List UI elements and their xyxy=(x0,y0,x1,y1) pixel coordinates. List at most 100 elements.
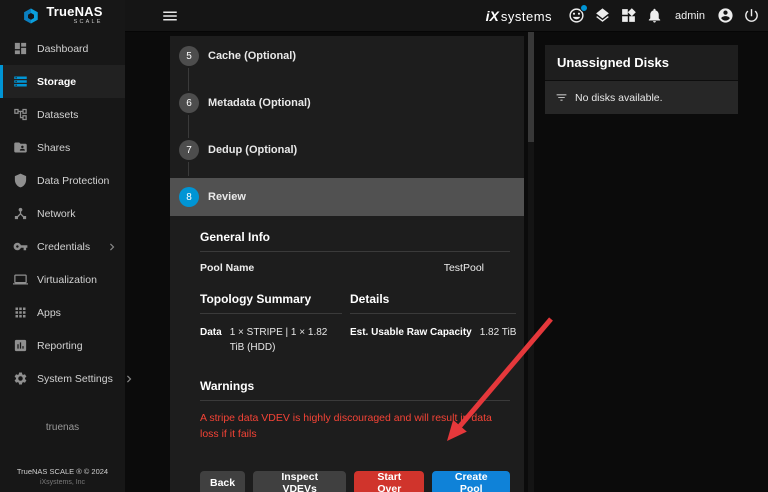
sidebar-item-label: System Settings xyxy=(37,373,113,385)
warnings-heading: Warnings xyxy=(200,379,510,401)
sidebar-item-label: Network xyxy=(37,208,76,220)
unassigned-disks-body: No disks available. xyxy=(545,81,738,114)
create-pool-button[interactable]: Create Pool xyxy=(432,471,510,492)
account-circle-icon[interactable] xyxy=(717,7,734,24)
sidebar-item-storage[interactable]: Storage xyxy=(0,65,125,98)
power-icon[interactable] xyxy=(743,7,760,24)
company-label: iXsystems, Inc xyxy=(0,479,125,486)
review-panel: General Info Pool Name TestPool Topology… xyxy=(170,216,524,492)
summary-columns: Topology Summary Data 1 × STRIPE | 1 × 1… xyxy=(200,292,510,355)
sidebar-item-system-settings[interactable]: System Settings xyxy=(0,362,125,395)
bar-chart-icon xyxy=(13,338,28,353)
sidebar-item-label: Virtualization xyxy=(37,274,97,286)
datasets-icon xyxy=(13,107,28,122)
scrollbar-thumb[interactable] xyxy=(528,32,534,142)
back-button[interactable]: Back xyxy=(200,471,245,492)
bell-icon[interactable] xyxy=(646,7,663,24)
folder-shared-icon xyxy=(13,140,28,155)
key-icon xyxy=(13,239,28,254)
sidebar-item-apps[interactable]: Apps xyxy=(0,296,125,329)
sidebar-item-label: Storage xyxy=(37,76,76,88)
sidebar-item-data-protection[interactable]: Data Protection xyxy=(0,164,125,197)
stripe-warning-text: A stripe data VDEV is highly discouraged… xyxy=(200,411,510,443)
sidebar: Dashboard Storage Datasets Shares Data P… xyxy=(0,32,125,492)
general-info-heading: General Info xyxy=(200,230,510,252)
notification-badge xyxy=(580,4,588,12)
sidebar-item-shares[interactable]: Shares xyxy=(0,131,125,164)
review-actions: Back Inspect VDEVs Start Over Create Poo… xyxy=(200,471,510,492)
truenas-logo[interactable]: TrueNAS SCALE xyxy=(0,0,125,32)
capacity-row: Est. Usable Raw Capacity 1.82 TiB xyxy=(350,325,516,340)
sidebar-item-label: Data Protection xyxy=(37,175,109,187)
apps-grid-icon xyxy=(13,305,28,320)
cubes-icon[interactable] xyxy=(620,7,637,24)
sidebar-item-label: Credentials xyxy=(37,241,90,253)
wizard-step-review[interactable]: 8 Review xyxy=(170,178,524,216)
step-label: Cache (Optional) xyxy=(208,50,296,62)
hamburger-icon xyxy=(161,7,181,25)
wizard-step-dedup[interactable]: 7 Dedup (Optional) xyxy=(179,140,297,160)
sidebar-item-credentials[interactable]: Credentials xyxy=(0,230,125,263)
sidebar-item-reporting[interactable]: Reporting xyxy=(0,329,125,362)
details-column: Details Est. Usable Raw Capacity 1.82 Ti… xyxy=(350,292,516,355)
sidebar-item-network[interactable]: Network xyxy=(0,197,125,230)
sidebar-item-datasets[interactable]: Datasets xyxy=(0,98,125,131)
app-name: TrueNAS xyxy=(46,5,102,18)
step-number-badge: 8 xyxy=(179,187,199,207)
ixsystems-logo[interactable]: iX systems xyxy=(486,8,552,24)
inspect-vdevs-button[interactable]: Inspect VDEVs xyxy=(253,471,346,492)
details-heading: Details xyxy=(350,292,516,314)
topbar-icons: admin xyxy=(568,7,760,24)
scrollbar[interactable] xyxy=(528,32,534,492)
app-edition: SCALE xyxy=(74,20,103,26)
admin-username: admin xyxy=(675,10,705,22)
step-number-badge: 7 xyxy=(179,140,199,160)
est-capacity-label: Est. Usable Raw Capacity xyxy=(350,325,472,340)
pool-name-value: TestPool xyxy=(444,262,484,274)
sidebar-item-label: Datasets xyxy=(37,109,78,121)
step-connector xyxy=(188,115,189,138)
wizard-steps: 5 Cache (Optional) 6 Metadata (Optional)… xyxy=(170,36,524,216)
no-disks-message: No disks available. xyxy=(575,92,663,104)
ixsystems-logo-systems: systems xyxy=(501,9,552,24)
sidebar-item-label: Dashboard xyxy=(37,43,88,55)
sidebar-item-label: Reporting xyxy=(37,340,83,352)
data-vdev-value: 1 × STRIPE | 1 × 1.82 TiB (HDD) xyxy=(230,325,336,355)
topology-data-row: Data 1 × STRIPE | 1 × 1.82 TiB (HDD) xyxy=(200,325,342,355)
storage-icon xyxy=(13,74,28,89)
shield-icon xyxy=(13,173,28,188)
smiley-status-icon[interactable] xyxy=(568,7,585,24)
top-bar: TrueNAS SCALE iX systems xyxy=(0,0,768,32)
truenas-logo-icon xyxy=(22,7,40,25)
gear-icon xyxy=(13,371,28,386)
wizard-step-cache[interactable]: 5 Cache (Optional) xyxy=(179,46,296,66)
topology-summary-heading: Topology Summary xyxy=(200,292,342,314)
step-number-badge: 5 xyxy=(179,46,199,66)
data-vdev-label: Data xyxy=(200,325,222,355)
unassigned-disks-panel: Unassigned Disks No disks available. xyxy=(545,45,738,114)
step-label: Review xyxy=(208,191,246,203)
sidebar-footer: truenas TrueNAS SCALE ® © 2024 iXsystems… xyxy=(0,422,125,492)
sidebar-item-virtualization[interactable]: Virtualization xyxy=(0,263,125,296)
sidebar-item-label: Shares xyxy=(37,142,70,154)
sidebar-item-dashboard[interactable]: Dashboard xyxy=(0,32,125,65)
sidebar-item-label: Apps xyxy=(37,307,61,319)
pool-name-row: Pool Name TestPool xyxy=(200,252,510,292)
main-content: 5 Cache (Optional) 6 Metadata (Optional)… xyxy=(125,32,536,492)
wizard-step-metadata[interactable]: 6 Metadata (Optional) xyxy=(179,93,311,113)
topology-summary-column: Topology Summary Data 1 × STRIPE | 1 × 1… xyxy=(200,292,342,355)
ixsystems-logo-ix: iX xyxy=(486,8,499,24)
truenas-logo-text: TrueNAS SCALE xyxy=(46,5,102,26)
disk-list-icon xyxy=(555,91,568,104)
chevron-right-icon xyxy=(105,240,119,254)
step-connector xyxy=(188,68,189,91)
pool-creation-wizard: 5 Cache (Optional) 6 Metadata (Optional)… xyxy=(170,36,524,492)
menu-toggle-button[interactable] xyxy=(161,6,181,26)
pool-name-label: Pool Name xyxy=(200,262,254,274)
chevron-right-icon xyxy=(122,372,136,386)
truenas-app: TrueNAS SCALE iX systems xyxy=(0,0,768,492)
start-over-button[interactable]: Start Over xyxy=(354,471,424,492)
layers-icon[interactable] xyxy=(594,7,611,24)
dashboard-icon xyxy=(13,41,28,56)
est-capacity-value: 1.82 TiB xyxy=(480,325,517,340)
